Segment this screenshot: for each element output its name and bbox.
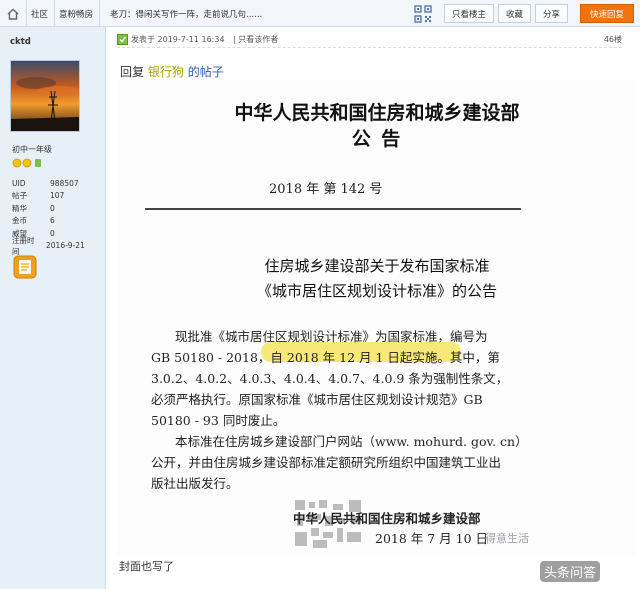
- stat-uid: UID 988507: [12, 178, 79, 188]
- doc-body-line: 版社出版发行。: [151, 476, 239, 491]
- doc-notice: 公 告: [351, 128, 403, 150]
- avatar-image: [11, 61, 79, 131]
- reply-quote: 回复 银行狗 的帖子: [120, 63, 224, 80]
- user-stats: UID 988507 帖子 107 精华 0 金币 6 威望 0 注册时间 2016-9-2…: [12, 177, 102, 256]
- doc-body-line: 本标准在住房城乡建设部门户网站（www. mohurd. gov. cn）: [175, 434, 528, 449]
- doc-title-line2: 《城市居住区规划设计标准》的公告: [256, 282, 497, 300]
- watermark-text: 得意生活: [485, 532, 529, 545]
- doc-body-line: 公开，并由住房城乡建设部标准定额研究所组织中国建筑工业出: [151, 455, 502, 470]
- breadcrumb-forum[interactable]: 意粉畅房: [55, 0, 101, 27]
- reply-user-link[interactable]: 银行狗: [148, 65, 184, 79]
- avatar[interactable]: [10, 60, 80, 132]
- reply-post-link[interactable]: 的帖子: [188, 65, 224, 79]
- user-level: 初中一年级: [12, 145, 52, 154]
- top-bar: 社区 意粉畅房 老刀：得闲关写作一阵，走前说几句...... 只看楼主 收藏 分…: [0, 0, 640, 27]
- doc-body-line: 3.0.2、4.0.2、4.0.3、4.0.4、4.0.7、4.0.9 条为强制…: [151, 371, 509, 386]
- doc-body-line: 50180 - 93 同时废止。: [151, 413, 286, 428]
- notice-document-image: 中华人民共和国住房和城乡建设部 公 告 2018 年 第 142 号 住房城乡建…: [117, 80, 637, 555]
- doc-sign-date: 2018 年 7 月 10 日: [375, 531, 489, 546]
- doc-sign-org: 中华人民共和国住房和城乡建设部: [293, 511, 481, 526]
- favorite-button[interactable]: 收藏: [497, 4, 531, 23]
- breadcrumb: 社区 意粉畅房 老刀：得闲关写作一阵，走前说几句......: [0, 0, 262, 27]
- only-author-button[interactable]: 只看楼主: [443, 4, 494, 23]
- breadcrumb-home[interactable]: [0, 0, 27, 27]
- reply-prefix: 回复: [120, 65, 145, 79]
- doc-rule: [145, 208, 521, 210]
- only-this-author-link[interactable]: | 只看该作者: [233, 34, 278, 45]
- medal-icons: [12, 158, 41, 168]
- share-button[interactable]: 分享: [534, 4, 568, 23]
- home-icon: [7, 8, 19, 20]
- floor-number[interactable]: 46楼: [604, 34, 622, 45]
- post-footer-text: 封面也写了: [119, 560, 174, 573]
- doc-body-line: GB 50180 - 2018，自 2018 年 12 月 1 日起实施。其中，…: [151, 350, 500, 365]
- post-time: 发表于 2019-7-11 16:34: [131, 35, 225, 44]
- doc-number: 2018 年 第 142 号: [269, 182, 383, 197]
- breadcrumb-community[interactable]: 社区: [27, 0, 56, 27]
- post-header: 发表于 2019-7-11 16:34 | 只看该作者 46楼: [117, 32, 622, 48]
- stat-register-date: 注册时间 2016-9-21: [12, 235, 85, 256]
- medals: [12, 158, 46, 168]
- user-sidebar: cktd 初中一年级 UID 988507 帖子 107 精华 0 金币 6 威…: [0, 27, 106, 589]
- watermark-logo: 头条问答: [540, 561, 601, 582]
- stat-posts: 帖子 107: [12, 191, 65, 201]
- doc-org: 中华人民共和国住房和城乡建设部: [234, 102, 520, 124]
- author-online-icon: [117, 34, 128, 45]
- username[interactable]: cktd: [10, 37, 31, 47]
- doc-body-line: 必须严格执行。原国家标准《城市居住区规划设计规范》GB: [151, 392, 483, 407]
- quick-reply-button[interactable]: 快速回复: [579, 4, 634, 23]
- doc-title-line1: 住房城乡建设部关于发布国家标准: [264, 257, 490, 275]
- qr-code-icon[interactable]: [414, 4, 432, 23]
- doc-body-line: 现批准《城市居住区规划设计标准》为国家标准，编号为: [175, 329, 488, 344]
- thread-toolbar: 只看楼主 收藏 分享 快速回复: [414, 4, 634, 23]
- stat-coins: 金币 6: [12, 216, 55, 226]
- stat-digest: 精华 0: [12, 203, 55, 213]
- document-badge-icon[interactable]: [13, 254, 37, 280]
- thread-title: 老刀：得闲关写作一阵，走前说几句......: [110, 9, 263, 20]
